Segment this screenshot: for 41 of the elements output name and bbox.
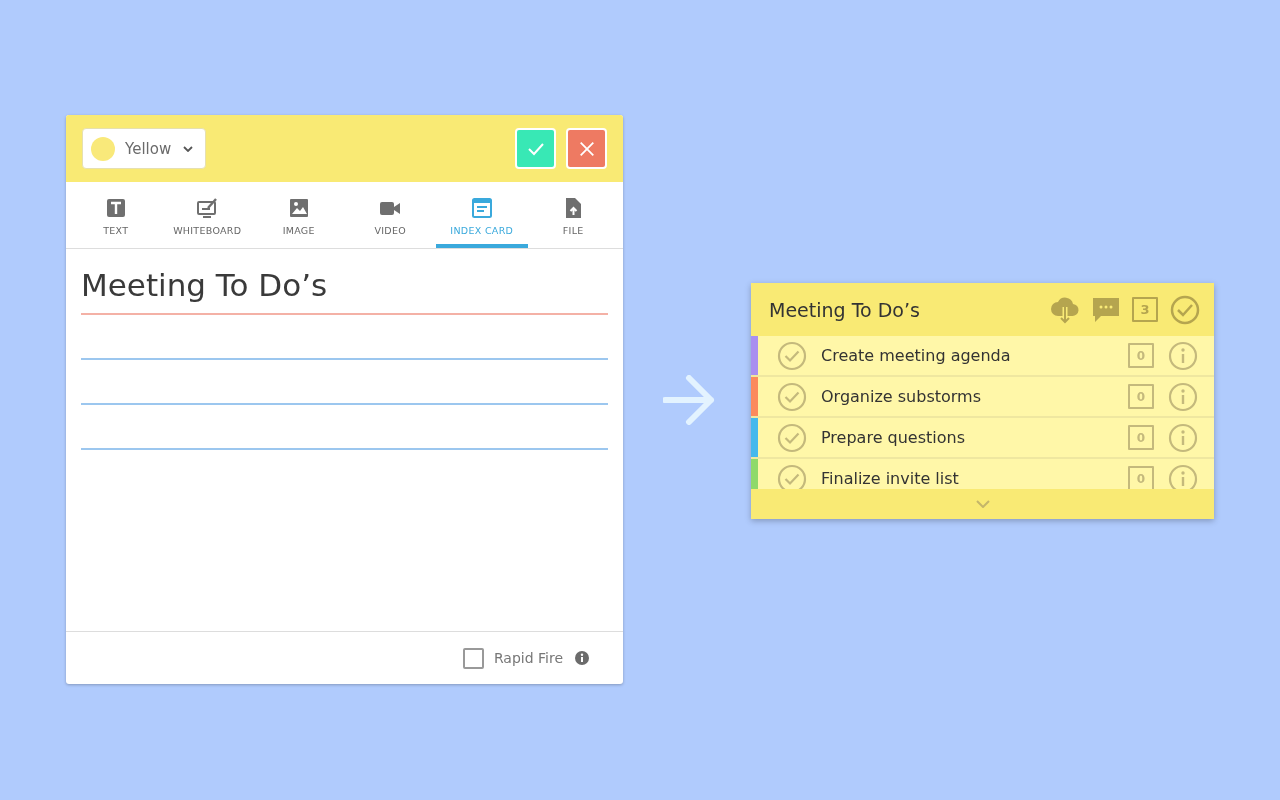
caret-icon [183,145,194,152]
checkbox-label: Rapid Fire [493,650,563,666]
image-icon [287,196,310,219]
count-badge: 0 [1128,425,1154,450]
tab[interactable]: FILE [527,182,619,248]
check-circle-icon[interactable] [777,340,807,371]
count-badge: 0 [1128,384,1154,409]
tab[interactable]: VIDEO [344,182,436,248]
close-icon [577,139,596,158]
tab[interactable]: IMAGE [253,182,345,248]
info-icon [575,651,589,665]
info-icon[interactable] [1168,463,1198,489]
close-button[interactable] [566,128,607,169]
check-circle-icon[interactable] [777,381,807,412]
confirm-button[interactable] [515,128,556,169]
count-badge: 3 [1132,297,1158,322]
card-title: Meeting To Do’s [769,298,921,321]
info-icon[interactable] [1168,340,1198,371]
item-text: Finalize invite list [821,468,960,489]
check-circle-icon[interactable] [1170,294,1200,325]
arrow-icon [663,375,715,425]
item-text: Organize substorms [821,386,982,407]
expand-chevron-icon[interactable] [975,500,990,508]
item-text: Prepare questions [821,427,966,448]
tab[interactable]: WHITEBOARD [161,182,253,248]
whiteboard-icon [196,196,219,219]
check-circle-icon[interactable] [777,422,807,453]
count-badge: 0 [1128,343,1154,368]
color-dropdown[interactable]: Yellow [82,128,206,169]
card-title-field[interactable]: Meeting To Do’s [81,263,608,315]
comment-icon[interactable] [1092,296,1120,323]
color-swatch-icon [91,136,115,161]
count-badge: 0 [1128,466,1154,489]
tab[interactable]: TEXT [70,182,162,248]
checkbox[interactable] [462,647,484,669]
info-icon[interactable] [1168,422,1198,453]
cloud-download-icon[interactable] [1050,295,1080,324]
card-icon [470,196,493,219]
text-icon [104,196,127,219]
item-text: Create meeting agenda [821,345,1012,366]
info-icon[interactable] [1168,381,1198,412]
